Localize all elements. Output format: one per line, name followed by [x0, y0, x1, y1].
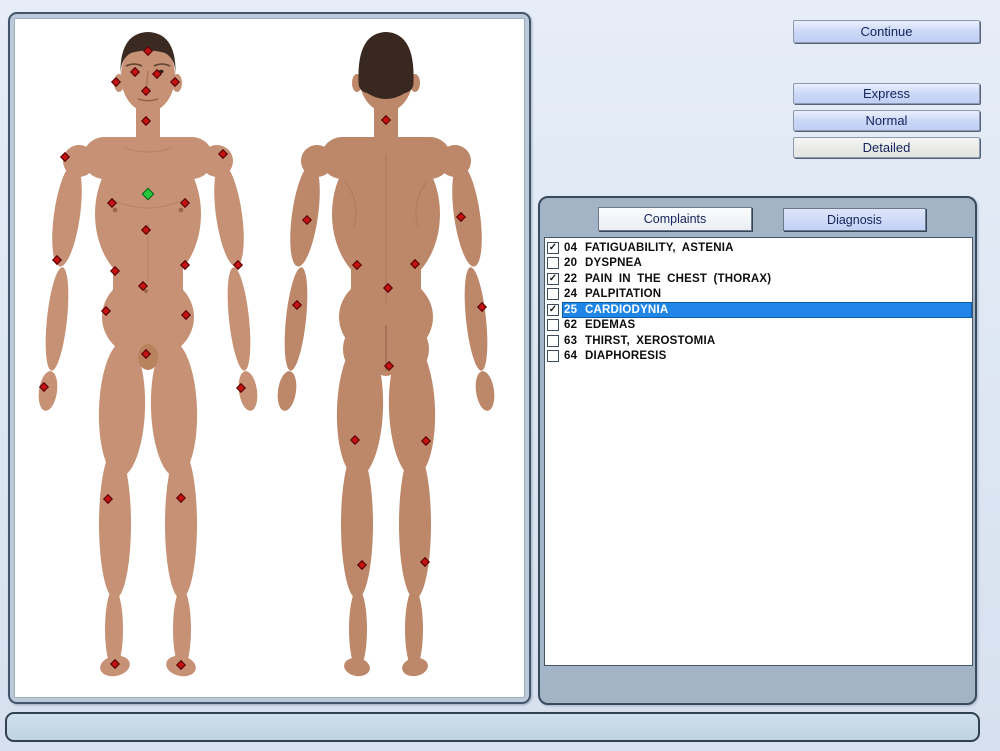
body-map-canvas[interactable]	[14, 18, 525, 698]
complaint-label: 24PALPITATION	[562, 287, 972, 303]
complaint-label: 62EDEMAS	[562, 318, 972, 334]
complaint-row[interactable]: 64DIAPHORESIS	[545, 349, 972, 365]
complaints-panel: Complaints Diagnosis ✓04FATIGUABILITY, A…	[538, 196, 977, 705]
complaint-checkbox[interactable]	[547, 319, 559, 331]
app-background: { "toolbar": { "continue_label": "Contin…	[0, 0, 1000, 751]
complaint-row[interactable]: ✓25CARDIODYNIA	[545, 302, 972, 318]
mode-button-express[interactable]: Express	[793, 83, 980, 104]
status-bar	[5, 712, 980, 742]
complaint-row[interactable]: 63THIRST, XEROSTOMIA	[545, 333, 972, 349]
back-figure	[275, 32, 496, 678]
complaint-row[interactable]: 24PALPITATION	[545, 287, 972, 303]
complaint-checkbox[interactable]: ✓	[547, 242, 559, 254]
complaint-checkbox[interactable]	[547, 257, 559, 269]
complaint-label: 63THIRST, XEROSTOMIA	[562, 333, 972, 349]
complaint-label: 25CARDIODYNIA	[562, 302, 972, 318]
continue-button[interactable]: Continue	[793, 20, 980, 43]
body-map-panel	[8, 12, 531, 704]
complaint-row[interactable]: 62EDEMAS	[545, 318, 972, 334]
complaint-label: 04FATIGUABILITY, ASTENIA	[562, 240, 972, 256]
complaint-label: 20DYSPNEA	[562, 256, 972, 272]
complaint-label: 22PAIN IN THE CHEST (THORAX)	[562, 271, 972, 287]
mode-button-normal[interactable]: Normal	[793, 110, 980, 131]
complaint-row[interactable]: ✓22PAIN IN THE CHEST (THORAX)	[545, 271, 972, 287]
mode-button-detailed[interactable]: Detailed	[793, 137, 980, 158]
complaint-checkbox[interactable]	[547, 350, 559, 362]
complaint-label: 64DIAPHORESIS	[562, 349, 972, 365]
complaint-checkbox[interactable]	[547, 288, 559, 300]
complaint-checkbox[interactable]: ✓	[547, 304, 559, 316]
complaint-row[interactable]: ✓04FATIGUABILITY, ASTENIA	[545, 240, 972, 256]
tab-complaints[interactable]: Complaints	[598, 207, 752, 231]
body-figures-graphic	[15, 19, 525, 698]
complaints-list[interactable]: ✓04FATIGUABILITY, ASTENIA20DYSPNEA✓22PAI…	[544, 237, 973, 666]
complaint-row[interactable]: 20DYSPNEA	[545, 256, 972, 272]
complaint-checkbox[interactable]	[547, 335, 559, 347]
complaint-checkbox[interactable]: ✓	[547, 273, 559, 285]
tab-diagnosis[interactable]: Diagnosis	[783, 208, 926, 231]
